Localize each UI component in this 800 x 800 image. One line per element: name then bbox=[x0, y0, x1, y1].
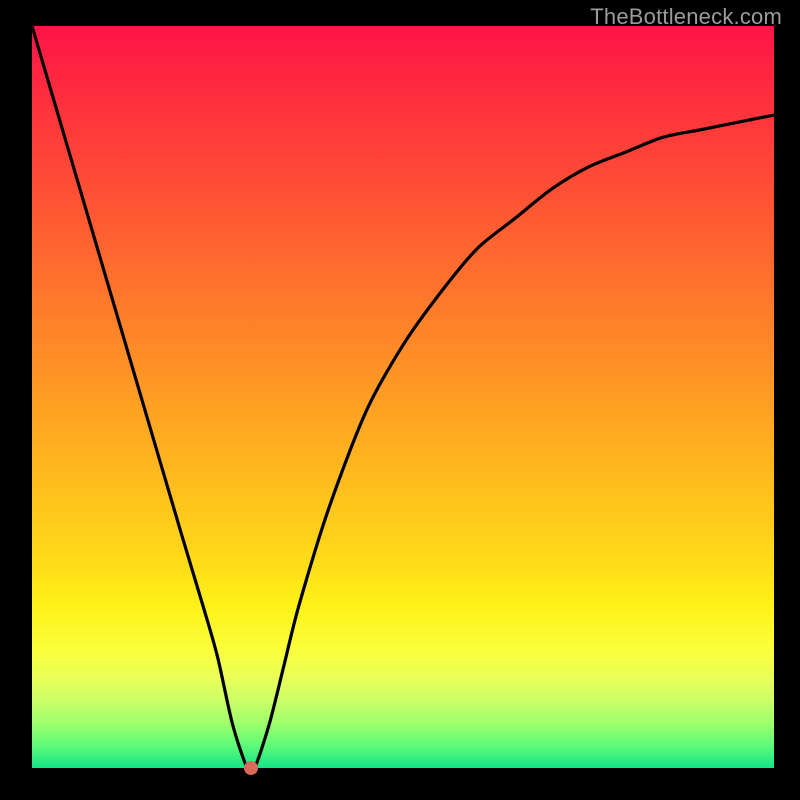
chart-frame: TheBottleneck.com bbox=[0, 0, 800, 800]
minimum-point-marker bbox=[244, 761, 258, 775]
bottleneck-curve bbox=[32, 26, 774, 768]
watermark-text: TheBottleneck.com bbox=[590, 4, 782, 30]
plot-area bbox=[32, 26, 774, 768]
